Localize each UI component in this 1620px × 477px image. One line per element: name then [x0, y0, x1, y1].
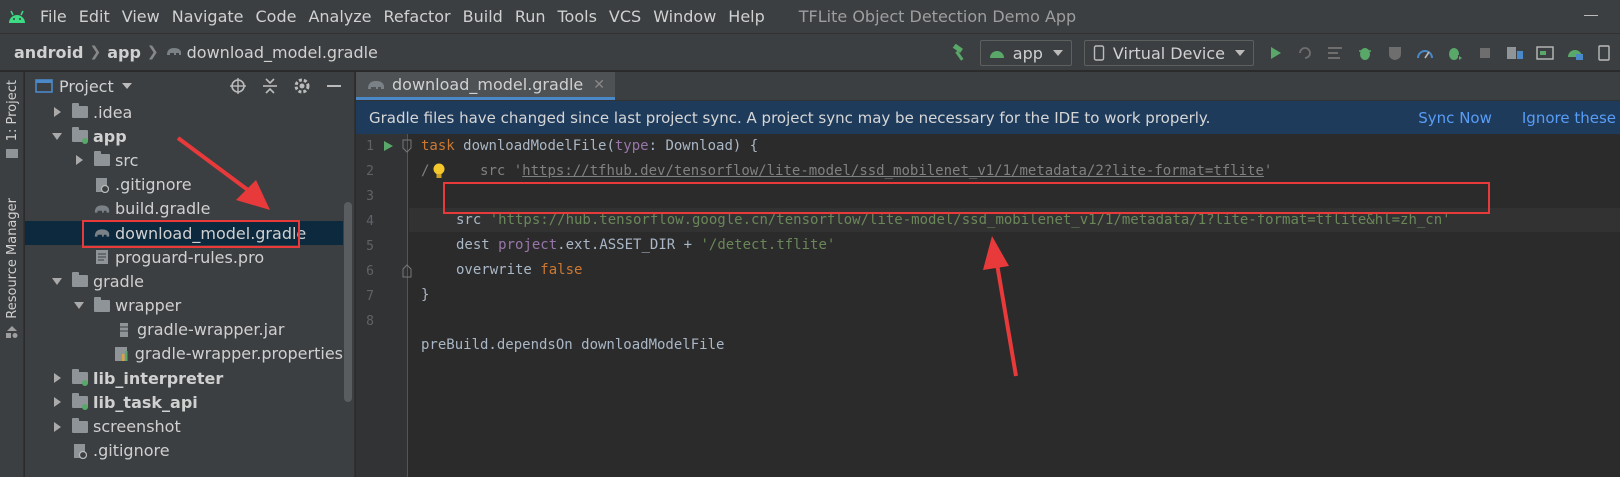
annotation-arrow-icon: [176, 136, 270, 210]
annotation-arrow-icon: [983, 236, 1018, 377]
annotation-arrows: [176, 136, 1018, 377]
